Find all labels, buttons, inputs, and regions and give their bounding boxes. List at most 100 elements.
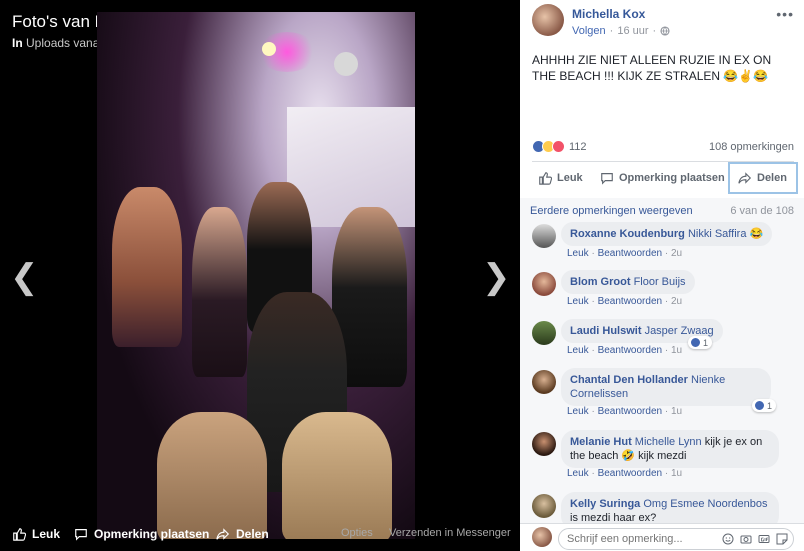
post-header: Michella Kox Volgen · 16 uur · ••• (520, 0, 804, 45)
send-in-messenger-link[interactable]: Verzenden in Messenger (389, 527, 511, 539)
comment-actions: Leuk · Beantwoorden · 2u (567, 248, 682, 259)
like-button[interactable]: Leuk (538, 162, 583, 194)
tagged-user[interactable]: Michelle Lynn (635, 436, 702, 448)
comment-like-link[interactable]: Leuk (567, 296, 589, 307)
comment-count[interactable]: 108 opmerkingen (709, 141, 794, 153)
photo[interactable] (97, 12, 415, 539)
comment-actions: Leuk · Beantwoorden · 1u (567, 345, 682, 356)
comment-reply-link[interactable]: Beantwoorden (598, 296, 663, 307)
photo-share-button[interactable]: Delen (216, 527, 269, 541)
comment-like-link[interactable]: Leuk (567, 345, 589, 356)
comment-time[interactable]: 1u (671, 345, 682, 356)
options-link[interactable]: Opties (341, 527, 373, 539)
next-arrow-icon[interactable]: ❯ (482, 260, 511, 294)
current-user-avatar (532, 527, 552, 547)
commenter-name[interactable]: Kelly Suringa (570, 498, 640, 510)
photo-viewer-page: Foto's van Michella Kox In Uploads vanaf… (0, 0, 804, 551)
comment-icon (75, 529, 87, 541)
comment-reply-link[interactable]: Beantwoorden (598, 406, 663, 417)
photo-like-label: Leuk (32, 527, 61, 541)
spot-light (334, 52, 358, 76)
commenter-avatar[interactable] (532, 370, 556, 394)
comment-button[interactable]: Opmerking plaatsen (600, 162, 725, 194)
comment-time[interactable]: 2u (671, 296, 682, 307)
photo-like-button[interactable]: Leuk (12, 527, 60, 541)
person (112, 187, 182, 347)
comment-bubble: Blom Groot Floor Buijs (561, 270, 695, 294)
comment-time[interactable]: 2u (671, 248, 682, 259)
commenter-avatar[interactable] (532, 321, 556, 345)
thumbs-up-icon (539, 172, 552, 185)
comment-icon (601, 173, 613, 185)
tagged-user[interactable]: Omg Esmee Noordenbos (643, 498, 767, 510)
commenter-avatar[interactable] (532, 494, 556, 518)
meta-separator: · (609, 25, 614, 37)
meta-separator: · (652, 25, 657, 37)
commenter-name[interactable]: Laudi Hulswit (570, 325, 642, 337)
comment-like-link[interactable]: Leuk (567, 248, 589, 259)
comment-actions: Leuk · Beantwoorden · 2u (567, 296, 682, 307)
photo-viewer: Foto's van Michella Kox In Uploads vanaf… (0, 0, 520, 551)
more-options-icon[interactable]: ••• (776, 6, 794, 22)
view-older-comments-link[interactable]: Eerdere opmerkingen weergeven (530, 205, 693, 217)
comment-label: Opmerking plaatsen (619, 172, 725, 184)
comment-reaction-count: 1 (767, 400, 773, 411)
comment-text: 😂 (749, 228, 764, 240)
sticker-icon[interactable] (776, 533, 788, 545)
share-icon (216, 528, 230, 540)
album-subtitle-prefix: In (12, 36, 23, 50)
share-label: Delen (757, 172, 787, 184)
like-label: Leuk (557, 172, 583, 184)
comment-reply-link[interactable]: Beantwoorden (598, 345, 663, 356)
comment-actions: Leuk · Beantwoorden · 1u (567, 468, 682, 479)
person (192, 207, 247, 377)
comment-reactions[interactable]: 1 (688, 336, 713, 349)
reactions-summary[interactable]: 112 (532, 140, 587, 153)
follow-button[interactable]: Volgen (572, 25, 606, 37)
photo-share-label: Delen (236, 527, 269, 541)
comment-reaction-count: 1 (703, 337, 709, 348)
share-button[interactable]: Delen (728, 162, 798, 194)
comment-like-link[interactable]: Leuk (567, 406, 589, 417)
comment-time[interactable]: 1u (671, 406, 682, 417)
comment-reply-link[interactable]: Beantwoorden (598, 248, 663, 259)
post-actions: Leuk Opmerking plaatsen Delen (520, 162, 804, 194)
reaction-count: 112 (569, 140, 587, 153)
post-meta: Volgen · 16 uur · (572, 25, 670, 37)
author-avatar[interactable] (532, 4, 564, 36)
previous-arrow-icon[interactable]: ❮ (10, 260, 39, 294)
love-reaction-icon (552, 140, 565, 153)
post-panel: Michella Kox Volgen · 16 uur · ••• AHHHH… (520, 0, 804, 551)
tagged-user[interactable]: Nikki Saffira (688, 228, 746, 240)
comment-composer (520, 523, 804, 551)
gif-icon[interactable] (758, 533, 770, 545)
comments-pager-count: 6 van de 108 (730, 205, 794, 217)
emoji-icon[interactable] (722, 533, 734, 545)
commenter-avatar[interactable] (532, 224, 556, 248)
comment-time[interactable]: 1u (671, 468, 682, 479)
comment-bubble: Chantal Den Hollander Nienke Cornelissen (561, 368, 771, 406)
camera-icon[interactable] (740, 533, 752, 545)
author-name[interactable]: Michella Kox (572, 7, 645, 21)
comments-section: Eerdere opmerkingen weergeven 6 van de 1… (520, 198, 804, 551)
commenter-name[interactable]: Roxanne Koudenburg (570, 228, 685, 240)
photo-comment-button[interactable]: Opmerking plaatsen (74, 527, 209, 541)
comment-bubble: Roxanne Koudenburg Nikki Saffira 😂 (561, 222, 773, 246)
commenter-name[interactable]: Chantal Den Hollander (570, 374, 688, 386)
commenter-avatar[interactable] (532, 432, 556, 456)
tagged-user[interactable]: Floor Buijs (634, 276, 686, 288)
commenter-name[interactable]: Blom Groot (570, 276, 631, 288)
composer-icons (722, 533, 788, 545)
commenter-name[interactable]: Melanie Hut (570, 436, 632, 448)
photo-action-bar: Leuk Opmerking plaatsen Delen Opties Ver… (0, 520, 520, 551)
comment-reply-link[interactable]: Beantwoorden (598, 468, 663, 479)
post-text: AHHHH ZIE NIET ALLEEN RUZIE IN EX ON THE… (532, 53, 772, 83)
like-reaction-icon (754, 400, 765, 411)
post-time[interactable]: 16 uur (617, 25, 648, 37)
share-icon (738, 172, 752, 184)
comment-like-link[interactable]: Leuk (567, 468, 589, 479)
photo-comment-label: Opmerking plaatsen (94, 527, 210, 541)
commenter-avatar[interactable] (532, 272, 556, 296)
comment-reactions[interactable]: 1 (752, 399, 777, 412)
spot-light (262, 42, 276, 56)
